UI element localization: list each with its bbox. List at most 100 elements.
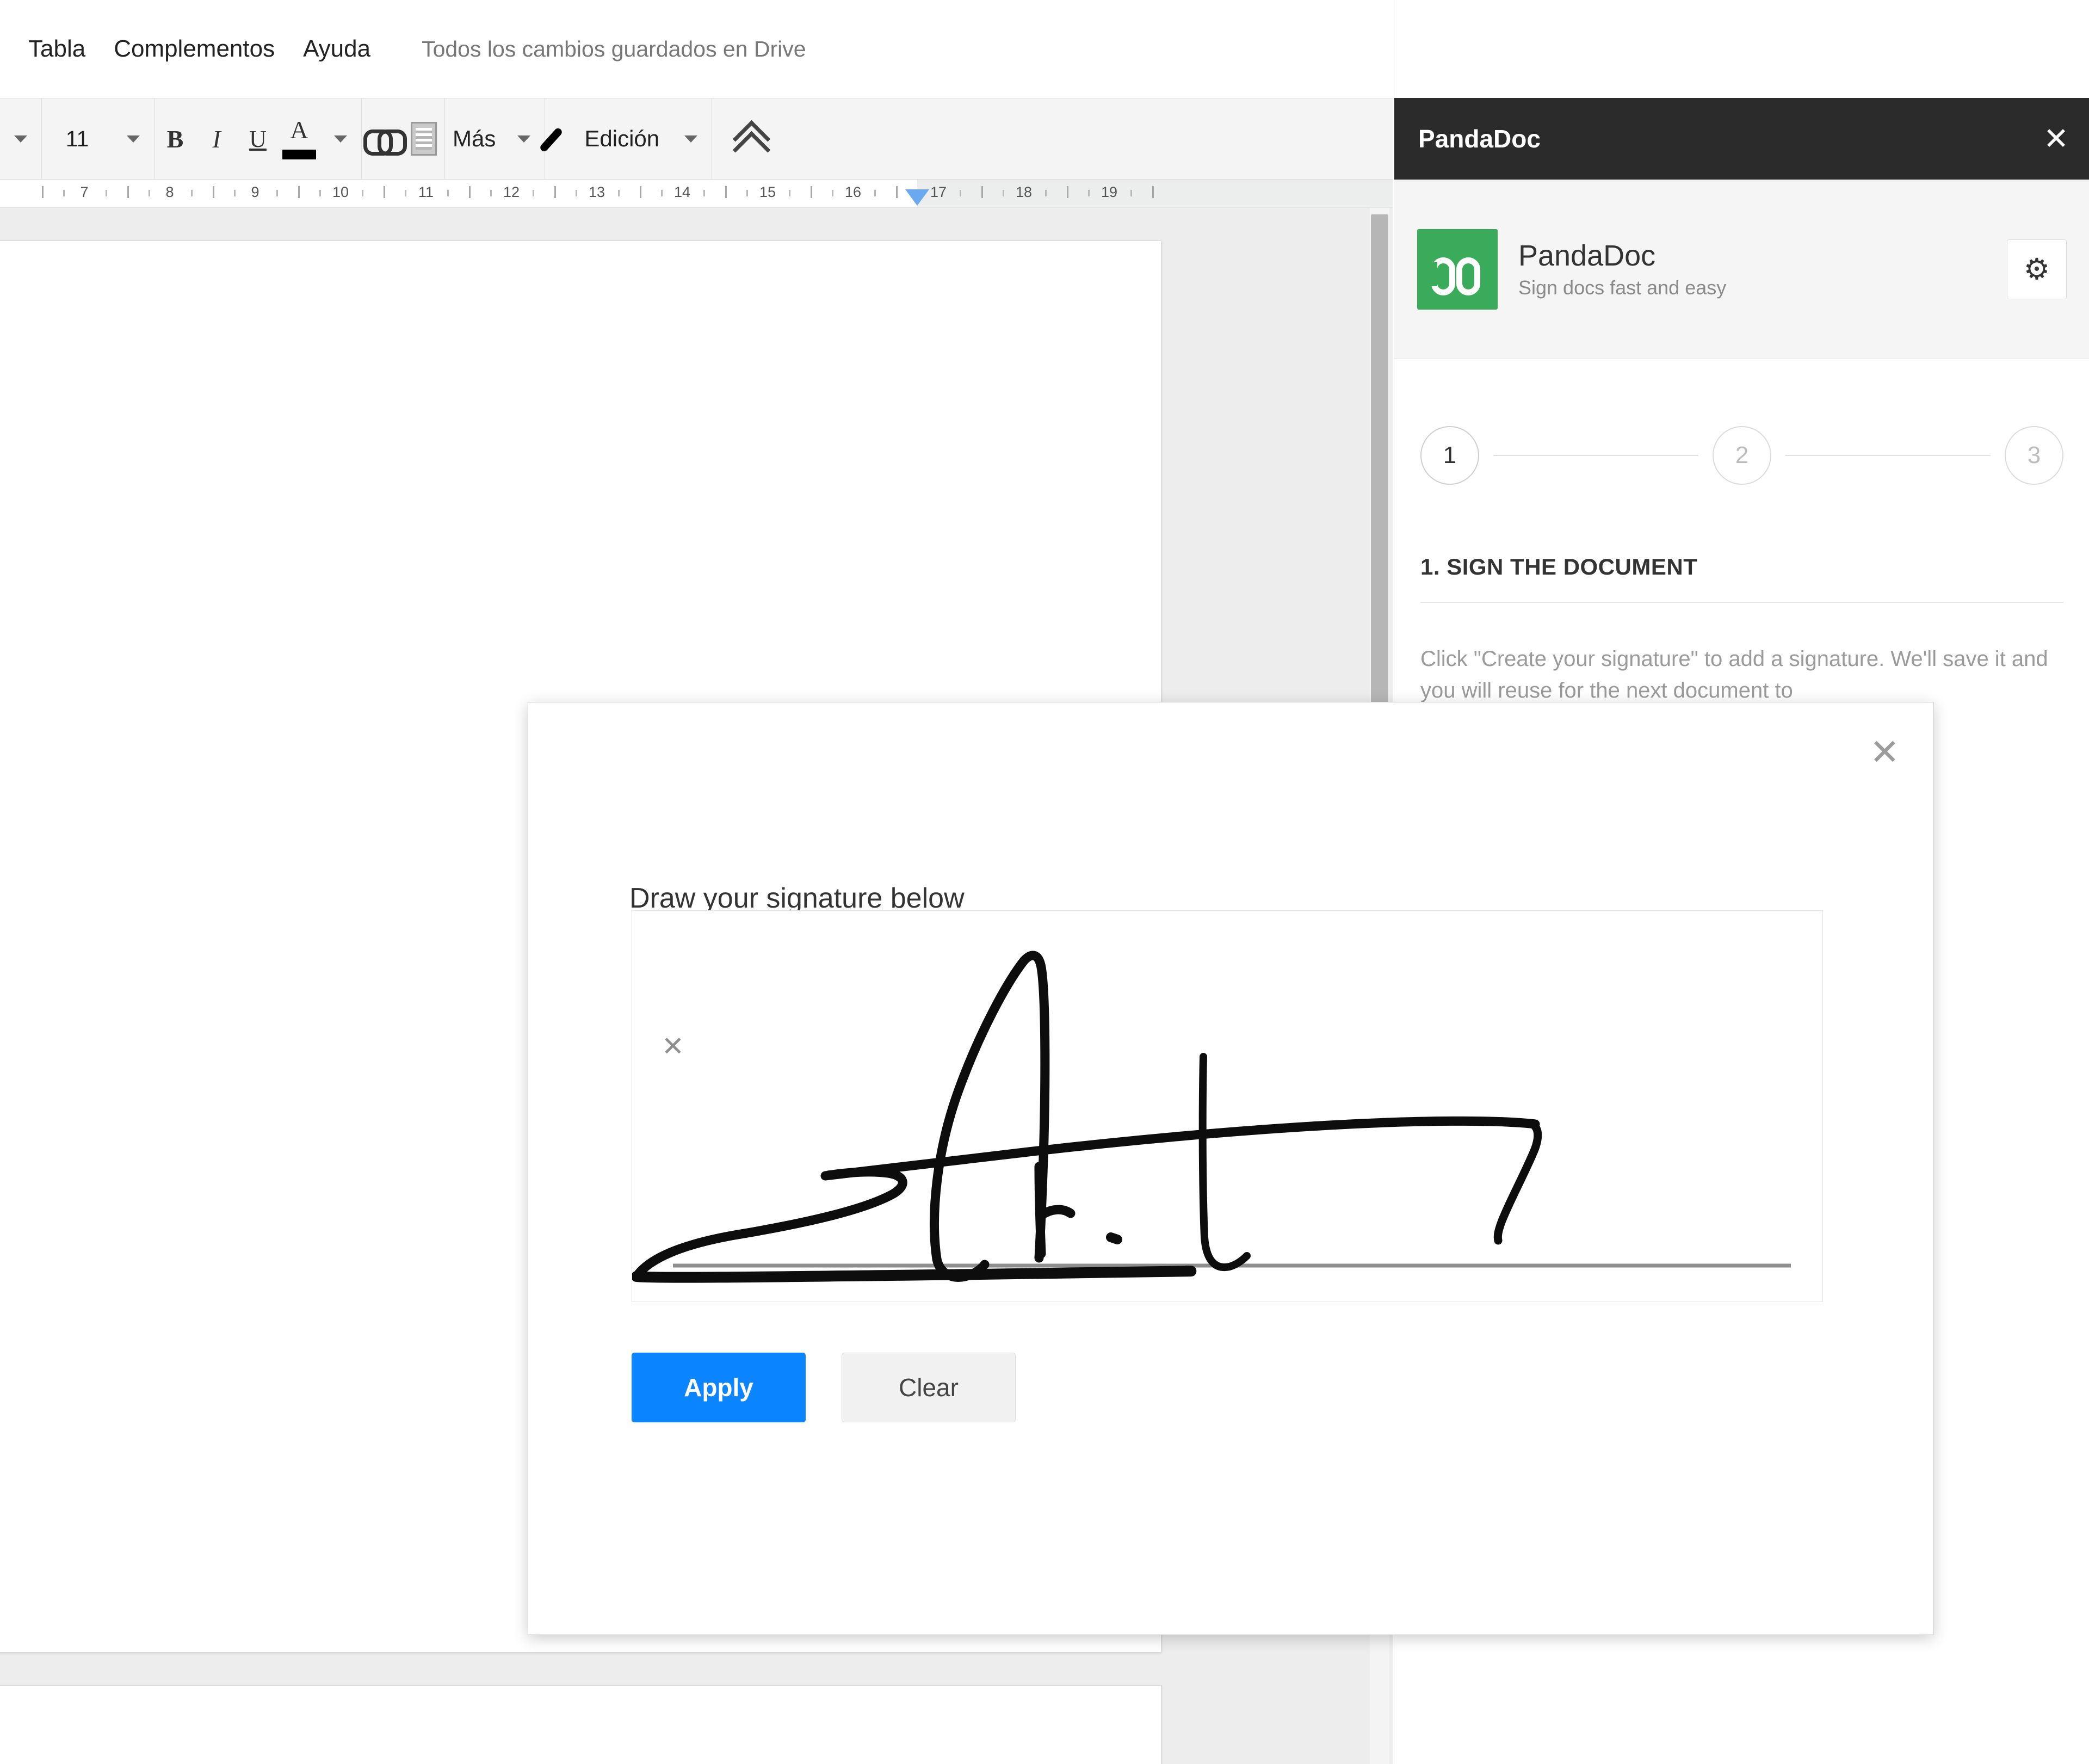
ruler-number: 17 — [930, 184, 947, 200]
right-indent-marker[interactable] — [905, 189, 929, 206]
edit-mode-label: Edición — [584, 126, 660, 151]
wizard-stepper: 1 2 3 — [1420, 420, 2063, 491]
save-status-text: Todos los cambios guardados en Drive — [422, 36, 806, 61]
image-icon — [411, 122, 437, 156]
app-name: PandaDoc — [1518, 239, 1656, 273]
modal-heading: Draw your signature below — [629, 883, 965, 914]
step-3[interactable]: 3 — [2005, 426, 2063, 485]
settings-button[interactable]: ⚙ — [2007, 239, 2067, 299]
ruler-tick — [1152, 186, 1154, 198]
bold-button[interactable]: B — [154, 98, 196, 179]
ruler-tick — [447, 190, 449, 196]
text-color-button[interactable]: A — [279, 98, 320, 179]
edit-mode-dropdown-button[interactable] — [670, 98, 712, 179]
ruler-tick — [212, 186, 214, 198]
ruler-tick — [746, 190, 748, 196]
close-icon[interactable]: ✕ — [2043, 124, 2069, 154]
step-2[interactable]: 2 — [1713, 426, 1771, 485]
sidebar-app-names: PandaDoc Sign docs fast and easy — [1518, 239, 2007, 299]
menu-item-ayuda[interactable]: Ayuda — [289, 37, 385, 61]
ruler-tick — [575, 190, 577, 196]
menu-bar: Tabla Complementos Ayuda Todos los cambi… — [0, 0, 1393, 98]
insert-image-button[interactable] — [403, 98, 444, 179]
ruler-tick — [874, 190, 876, 196]
text-color-dropdown-button[interactable] — [320, 98, 361, 179]
font-size-dropdown-button[interactable] — [113, 98, 154, 179]
insert-link-button[interactable] — [362, 98, 407, 179]
step-1[interactable]: 1 — [1420, 426, 1479, 485]
ruler-tick — [1087, 190, 1090, 196]
ruler-number: 11 — [418, 184, 434, 200]
italic-icon: I — [212, 125, 221, 153]
ruler-tick — [63, 190, 65, 196]
ruler-tick — [127, 186, 129, 198]
link-icon — [363, 129, 407, 156]
ruler-number: 18 — [1015, 184, 1033, 200]
ruler-number: 19 — [1101, 184, 1118, 200]
clear-button[interactable]: Clear — [842, 1353, 1016, 1422]
ruler-tick — [810, 186, 812, 198]
italic-button[interactable]: I — [196, 98, 237, 179]
style-dropdown-button[interactable] — [0, 98, 41, 179]
ruler-number: 16 — [844, 184, 862, 200]
ruler-tick — [789, 190, 791, 196]
section-divider — [1420, 602, 2063, 603]
ruler-tick — [298, 186, 300, 198]
sidebar-app-bar: PandaDoc Sign docs fast and easy ⚙ — [1394, 180, 2089, 359]
signature-modal: ✕ Draw your signature below ✕ Apply Clea… — [528, 702, 1934, 1635]
gear-icon: ⚙ — [2023, 252, 2050, 286]
ruler-number: 10 — [332, 184, 349, 200]
document-page-2[interactable] — [0, 1685, 1161, 1764]
ruler-tick — [1130, 190, 1133, 196]
sidebar-titlebar: PandaDoc ✕ — [1394, 98, 2089, 180]
sidebar-title: PandaDoc — [1418, 125, 1541, 153]
toolbar-group-more: Más — [445, 98, 546, 179]
menu-item-tabla[interactable]: Tabla — [14, 37, 100, 61]
ruler-number: 13 — [588, 184, 605, 200]
font-size-value[interactable]: 11 — [42, 98, 113, 179]
toolbar-group-fontsize: 11 — [42, 98, 154, 179]
ruler-tick — [106, 190, 108, 196]
chevron-down-icon — [684, 135, 698, 143]
logo-letter-p — [1431, 257, 1455, 295]
collapse-toolbar-button[interactable] — [712, 98, 788, 179]
menu-item-complementos[interactable]: Complementos — [100, 37, 289, 61]
more-button[interactable]: Más — [445, 98, 503, 179]
more-dropdown-button[interactable] — [503, 98, 545, 179]
text-color-swatch — [282, 150, 316, 159]
ruler-tick — [831, 190, 833, 196]
logo-letter-d — [1456, 257, 1480, 295]
signature-drawing-canvas[interactable]: ✕ — [632, 910, 1823, 1302]
apply-button[interactable]: Apply — [632, 1353, 806, 1422]
pandadoc-logo-glyph — [1431, 243, 1484, 295]
formatting-toolbar: 11 B I U A Más Edición — [0, 98, 1393, 180]
toolbar-group-mode: Edición — [545, 98, 713, 179]
document-ruler[interactable]: 7 8 9 10 11 12 13 14 15 16 17 18 19 — [0, 180, 1393, 208]
chevron-down-icon — [127, 135, 140, 143]
ruler-tick — [660, 190, 663, 196]
ruler-tick — [468, 186, 471, 198]
step-connector-1 — [1493, 455, 1698, 456]
chevron-down-icon — [14, 135, 27, 143]
ruler-tick — [703, 190, 706, 196]
app-root: Tabla Complementos Ayuda Todos los cambi… — [0, 0, 2089, 1764]
ruler-tick — [554, 186, 556, 198]
ruler-tick — [362, 190, 364, 196]
edit-mode-button[interactable]: Edición — [545, 98, 670, 179]
ruler-shaded-right — [917, 180, 1393, 207]
section-title: 1. SIGN THE DOCUMENT — [1420, 554, 1698, 579]
pencil-icon — [545, 124, 576, 154]
toolbar-group-textstyle: B I U A — [154, 98, 362, 179]
ruler-tick — [276, 190, 279, 196]
ruler-number: 14 — [673, 184, 691, 200]
ruler-tick — [981, 186, 983, 198]
underline-button[interactable]: U — [237, 98, 279, 179]
underline-icon: U — [249, 125, 267, 152]
ruler-number: 7 — [80, 184, 89, 200]
ruler-tick — [533, 190, 535, 196]
modal-close-icon[interactable]: ✕ — [1870, 734, 1900, 770]
ruler-tick — [490, 190, 492, 196]
signature-stroke-drawing — [632, 951, 1791, 1283]
ruler-number: 15 — [759, 184, 776, 200]
ruler-tick — [233, 190, 236, 196]
